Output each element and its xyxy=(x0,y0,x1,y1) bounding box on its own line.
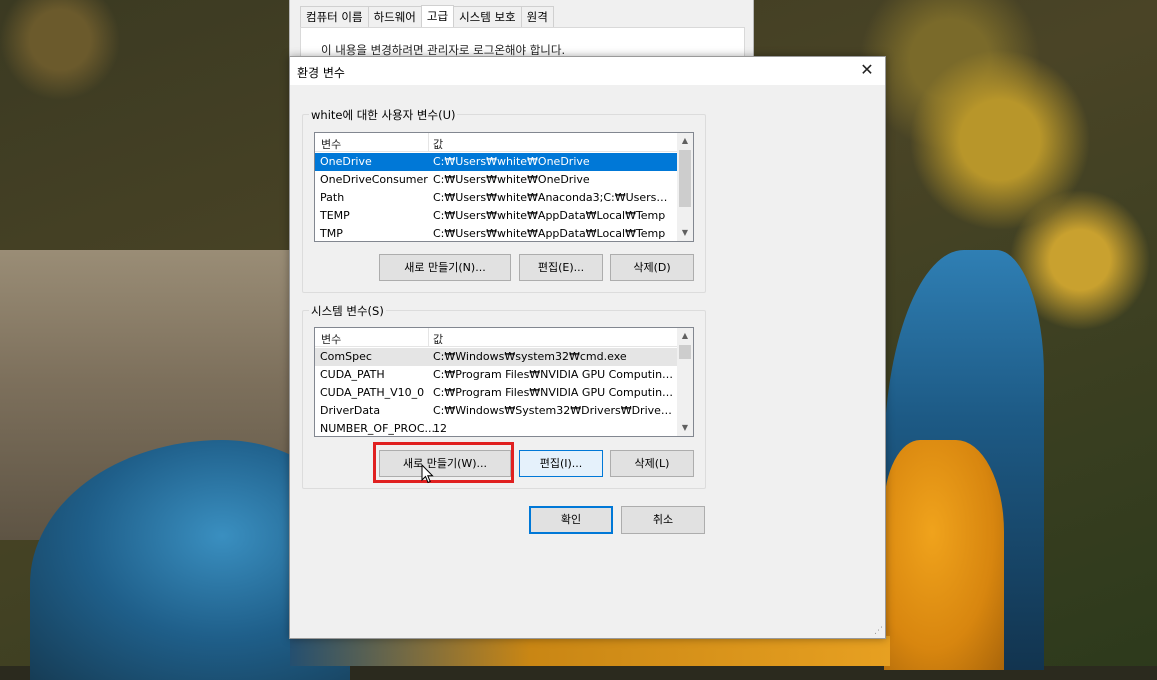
system-variables-legend: 시스템 변수(S) xyxy=(309,303,386,319)
scroll-up-icon[interactable]: ▲ xyxy=(677,133,693,149)
user-var-name: TEMP xyxy=(320,209,350,222)
column-separator[interactable] xyxy=(428,133,429,151)
tab-hardware[interactable]: 하드웨어 xyxy=(367,6,422,27)
scroll-down-icon[interactable]: ▼ xyxy=(677,420,693,436)
user-edit-button[interactable]: 편집(E)... xyxy=(519,254,603,281)
scroll-down-icon[interactable]: ▼ xyxy=(677,225,693,241)
column-header-value[interactable]: 값 xyxy=(433,331,443,347)
system-var-value: C:₩Windows₩system32₩cmd.exe xyxy=(433,350,627,363)
user-var-value: C:₩Users₩white₩AppData₩Local₩Temp xyxy=(433,209,666,222)
user-var-value: C:₩Users₩white₩Anaconda3;C:₩Users₩white.… xyxy=(433,191,675,204)
system-var-row-number-of-processors[interactable]: NUMBER_OF_PROC... 12 xyxy=(315,420,677,436)
tab-advanced[interactable]: 고급 xyxy=(420,5,455,28)
user-var-row-onedriveconsumer[interactable]: OneDriveConsumer C:₩Users₩white₩OneDrive xyxy=(315,171,677,189)
dialog-titlebar[interactable]: 환경 변수 ✕ xyxy=(290,57,885,85)
scroll-thumb[interactable] xyxy=(679,345,691,359)
system-var-value: C:₩Program Files₩NVIDIA GPU Computing T.… xyxy=(433,386,675,399)
user-new-button[interactable]: 새로 만들기(N)... xyxy=(379,254,511,281)
user-variables-list[interactable]: 변수 값 OneDrive C:₩Users₩white₩OneDrive On… xyxy=(314,132,694,242)
tab-remote[interactable]: 원격 xyxy=(520,6,554,27)
resize-grip-icon[interactable]: ⋰ xyxy=(874,626,883,636)
system-var-row-cuda-path[interactable]: CUDA_PATH C:₩Program Files₩NVIDIA GPU Co… xyxy=(315,366,677,384)
user-variables-group: white에 대한 사용자 변수(U) 변수 값 OneDrive C:₩Use… xyxy=(302,107,706,293)
user-var-row-tmp[interactable]: TMP C:₩Users₩white₩AppData₩Local₩Temp xyxy=(315,225,677,241)
user-var-value: C:₩Users₩white₩OneDrive xyxy=(433,155,590,168)
column-header-name[interactable]: 변수 xyxy=(321,136,341,152)
environment-variables-dialog: 환경 변수 ✕ white에 대한 사용자 변수(U) 변수 값 OneDriv… xyxy=(289,56,886,639)
system-delete-button[interactable]: 삭제(L) xyxy=(610,450,694,477)
mouse-cursor-icon xyxy=(421,464,434,484)
user-variables-legend: white에 대한 사용자 변수(U) xyxy=(309,107,458,123)
user-var-row-path[interactable]: Path C:₩Users₩white₩Anaconda3;C:₩Users₩w… xyxy=(315,189,677,207)
user-var-name: OneDriveConsumer xyxy=(320,173,428,186)
system-var-name: DriverData xyxy=(320,404,381,417)
system-var-value: C:₩Windows₩System32₩Drivers₩DriverData xyxy=(433,404,675,417)
system-variables-list[interactable]: 변수 값 ComSpec C:₩Windows₩system32₩cmd.exe… xyxy=(314,327,694,437)
system-var-name: NUMBER_OF_PROC... xyxy=(320,422,436,435)
system-var-name: CUDA_PATH xyxy=(320,368,385,381)
user-var-name: TMP xyxy=(320,227,343,240)
system-var-value: 12 xyxy=(433,422,447,435)
user-delete-button[interactable]: 삭제(D) xyxy=(610,254,694,281)
system-properties-window: 컴퓨터 이름 하드웨어 고급 시스템 보호 원격 이 내용을 변경하려면 관리자… xyxy=(289,0,754,62)
system-var-name: CUDA_PATH_V10_0 xyxy=(320,386,425,399)
user-var-row-onedrive[interactable]: OneDrive C:₩Users₩white₩OneDrive xyxy=(315,153,677,171)
scroll-up-icon[interactable]: ▲ xyxy=(677,328,693,344)
column-header-value[interactable]: 값 xyxy=(433,136,443,152)
tab-computer-name[interactable]: 컴퓨터 이름 xyxy=(300,6,369,27)
user-var-name: Path xyxy=(320,191,345,204)
tab-system-protection[interactable]: 시스템 보호 xyxy=(453,6,522,27)
system-var-name: ComSpec xyxy=(320,350,372,363)
system-variables-header: 변수 값 xyxy=(315,328,693,347)
wallpaper-bottom xyxy=(290,636,890,666)
system-properties-tabs: 컴퓨터 이름 하드웨어 고급 시스템 보호 원격 xyxy=(300,5,554,28)
system-var-value: C:₩Program Files₩NVIDIA GPU Computing T.… xyxy=(433,368,675,381)
system-var-row-cuda-path-v10[interactable]: CUDA_PATH_V10_0 C:₩Program Files₩NVIDIA … xyxy=(315,384,677,402)
annotation-highlight-box xyxy=(373,442,514,483)
user-var-row-temp[interactable]: TEMP C:₩Users₩white₩AppData₩Local₩Temp xyxy=(315,207,677,225)
user-var-name: OneDrive xyxy=(320,155,372,168)
ok-button[interactable]: 확인 xyxy=(529,506,613,534)
system-var-row-comspec[interactable]: ComSpec C:₩Windows₩system32₩cmd.exe xyxy=(315,348,677,366)
column-separator[interactable] xyxy=(428,328,429,346)
user-variables-scrollbar[interactable]: ▲ ▼ xyxy=(677,133,693,241)
scroll-thumb[interactable] xyxy=(679,150,691,207)
system-variables-scrollbar[interactable]: ▲ ▼ xyxy=(677,328,693,436)
system-edit-button[interactable]: 편집(I)... xyxy=(519,450,603,477)
user-var-value: C:₩Users₩white₩AppData₩Local₩Temp xyxy=(433,227,666,240)
dialog-title: 환경 변수 xyxy=(297,66,345,80)
user-var-value: C:₩Users₩white₩OneDrive xyxy=(433,173,590,186)
system-var-row-driverdata[interactable]: DriverData C:₩Windows₩System32₩Drivers₩D… xyxy=(315,402,677,420)
user-variables-header: 변수 값 xyxy=(315,133,693,152)
cancel-button[interactable]: 취소 xyxy=(621,506,705,534)
column-header-name[interactable]: 변수 xyxy=(321,331,341,347)
wallpaper-bird-belly xyxy=(884,440,1004,670)
close-icon[interactable]: ✕ xyxy=(857,60,877,80)
